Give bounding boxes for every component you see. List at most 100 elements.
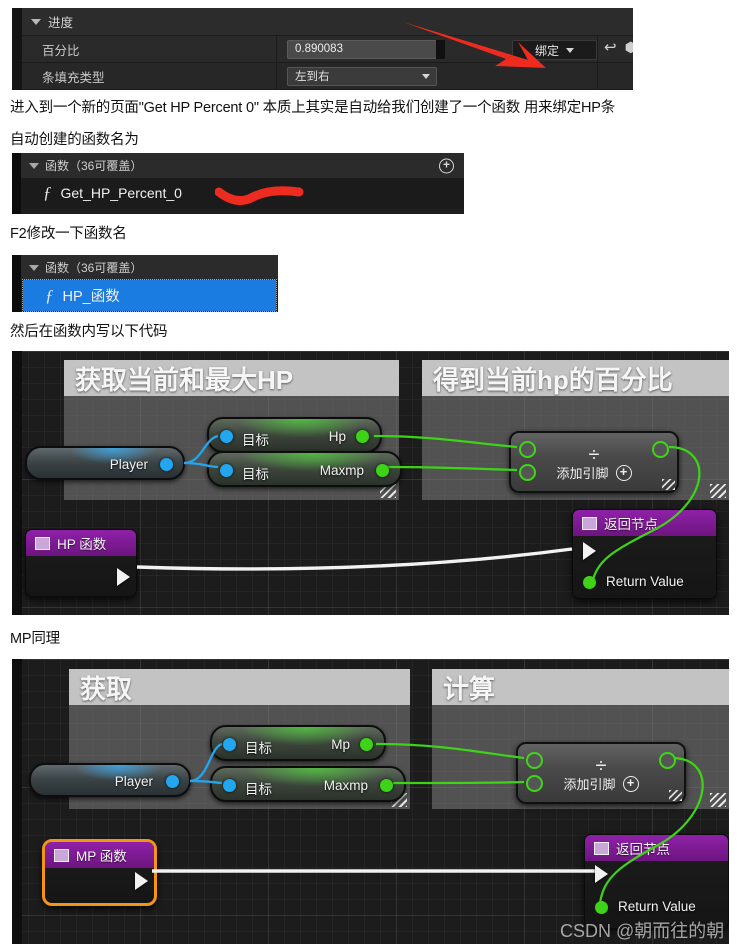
player-output-pin[interactable] (166, 775, 179, 788)
chevron-down-icon (31, 18, 41, 25)
entry-exec-output-pin[interactable] (117, 568, 130, 586)
divide-input-a-pin[interactable] (526, 752, 543, 769)
plus-circle-icon[interactable]: + (622, 775, 639, 792)
return-node-mp-title: 返回节点 (616, 842, 670, 857)
return-exec-input-pin[interactable] (595, 865, 608, 883)
divide-node[interactable]: ÷ 添加引脚 + (516, 742, 686, 804)
note-line-2: 自动创建的函数名为 (10, 132, 139, 148)
get-hp-node[interactable]: 目标 Hp (207, 417, 382, 453)
entry-exec-output-pin[interactable] (135, 872, 148, 890)
get-mp-output-pin[interactable] (360, 738, 373, 751)
function-panel-renamed: 函数（36可覆盖） ƒ HP_函数 (12, 255, 278, 312)
player-variable-node[interactable]: Player (29, 763, 191, 797)
note-line-4: 然后在函数内写以下代码 (10, 324, 168, 340)
blueprint-graph-hp[interactable]: 获取当前和最大HP 得到当前hp的百分比 Player 目标 Hp 目标 Max… (12, 351, 729, 615)
blueprint-graph-mp[interactable]: 获取 计算 Player 目标 Mp 目标 Maxmp ÷ 添加引脚 + MP … (12, 659, 729, 944)
return-value-label: Return Value (618, 899, 696, 914)
player-variable-node[interactable]: Player (25, 446, 185, 480)
plus-circle-icon[interactable]: + (615, 464, 632, 481)
return-value-label: Return Value (606, 574, 684, 589)
bind-diamond-icon[interactable]: ⬢ (625, 39, 633, 56)
graph-left-rail (12, 659, 22, 944)
function-panel-header[interactable]: 函数（36可覆盖） (21, 255, 278, 280)
function-entry-node-hp[interactable]: HP 函数 (25, 529, 137, 597)
note-line-1: 进入到一个新的页面"Get HP Percent 0" 本质上其实是自动给我们创… (10, 100, 616, 116)
details-panel-left-rail (12, 8, 22, 90)
get-mp-target-pin[interactable] (223, 738, 236, 751)
function-list-item-get-hp-percent[interactable]: ƒ Get_HP_Percent_0 (21, 178, 464, 208)
bind-button[interactable]: 绑定 (512, 40, 597, 60)
get-maxmp-output-label: Maxmp (319, 463, 364, 478)
csdn-watermark: CSDN @朝而往的朝 (560, 921, 725, 941)
get-mp-output-label: Mp (331, 737, 350, 752)
get-hp-output-label: Hp (328, 429, 346, 444)
function-list-item-hp-function[interactable]: ƒ HP_函数 (22, 279, 277, 312)
get-hp-target-label: 目标 (242, 433, 269, 448)
return-exec-input-pin[interactable] (583, 542, 596, 560)
player-node-label: Player (109, 457, 148, 472)
get-mp-node[interactable]: 目标 Mp (210, 725, 386, 761)
divide-input-b-pin[interactable] (526, 775, 543, 792)
function-entry-node-mp[interactable]: MP 函数 (42, 839, 157, 906)
resize-handle-icon[interactable] (710, 484, 726, 498)
bind-button-label: 绑定 (534, 43, 559, 58)
fill-type-select[interactable]: 左到右 (287, 66, 437, 86)
details-row-tools: ↩ ⬢ (604, 38, 633, 57)
details-category-progress[interactable]: 进度 (22, 8, 633, 36)
get-maxmp-target-pin[interactable] (220, 464, 233, 477)
get-hp-target-pin[interactable] (220, 430, 233, 443)
function-f-icon: ƒ (43, 183, 52, 202)
return-node-hp[interactable]: 返回节点 Return Value (572, 509, 717, 599)
details-panel: 进度 百分比 0.890083 条填充类型 左到右 绑定 ↩ ⬢ (12, 8, 633, 90)
comment-box-hp-percent-title: 得到当前hp的百分比 (422, 360, 729, 396)
get-maxmp-output-pin[interactable] (376, 464, 389, 477)
resize-handle-icon[interactable] (669, 790, 682, 801)
chevron-down-icon (29, 264, 39, 271)
plus-circle-icon[interactable]: + (439, 158, 454, 173)
return-value-pin[interactable] (583, 576, 596, 589)
details-category-label: 进度 (48, 16, 74, 30)
note-line-3: F2修改一下函数名 (10, 226, 127, 242)
function-panel-header-label: 函数（36可覆盖） (45, 261, 143, 275)
get-maxmp-node[interactable]: 目标 Maxmp (210, 766, 406, 802)
divide-output-pin[interactable] (652, 441, 669, 458)
chevron-down-icon (422, 73, 430, 79)
note-line-5: MP同理 (10, 631, 60, 647)
return-value-pin[interactable] (595, 901, 608, 914)
node-square-icon (582, 516, 597, 530)
node-square-icon (35, 536, 50, 550)
chevron-down-icon (29, 162, 39, 169)
node-square-icon (54, 848, 69, 862)
function-panel-header-label: 函数（36可覆盖） (45, 159, 143, 173)
get-maxmp-target-label: 目标 (245, 782, 272, 797)
function-list-item-label: Get_HP_Percent_0 (60, 185, 182, 201)
function-entry-node-mp-header: MP 函数 (45, 842, 154, 868)
get-maxmp-output-pin[interactable] (380, 779, 393, 792)
get-hp-output-pin[interactable] (356, 430, 369, 443)
function-f-icon: ƒ (45, 285, 54, 305)
function-entry-node-mp-title: MP 函数 (76, 849, 127, 864)
fill-type-value: 左到右 (295, 71, 330, 83)
details-row-percent-label: 百分比 (22, 36, 277, 62)
divide-node[interactable]: ÷ 添加引脚 + (509, 431, 679, 493)
player-output-pin[interactable] (160, 458, 173, 471)
resize-handle-icon[interactable] (710, 793, 726, 807)
get-maxmp-node[interactable]: 目标 Maxmp (207, 451, 402, 487)
resize-handle-icon[interactable] (662, 479, 675, 490)
divide-input-b-pin[interactable] (519, 464, 536, 481)
player-node-label: Player (114, 774, 153, 789)
return-node-hp-header: 返回节点 (573, 510, 716, 536)
get-maxmp-target-pin[interactable] (223, 779, 236, 792)
details-row-fill-type-label: 条填充类型 (22, 63, 277, 89)
function-panel-header[interactable]: 函数（36可覆盖） + (21, 153, 464, 178)
node-square-icon (594, 841, 609, 855)
undo-arrow-icon[interactable]: ↩ (604, 38, 617, 56)
get-maxmp-output-label: Maxmp (323, 778, 368, 793)
divide-add-pin-label: 添加引脚 (556, 466, 609, 481)
percent-input[interactable]: 0.890083 (287, 39, 445, 59)
return-node-mp[interactable]: 返回节点 Return Value (584, 834, 729, 929)
divide-output-pin[interactable] (659, 752, 676, 769)
function-panel-auto-created: 函数（36可覆盖） + ƒ Get_HP_Percent_0 (12, 153, 464, 214)
divide-input-a-pin[interactable] (519, 441, 536, 458)
return-node-mp-header: 返回节点 (585, 835, 728, 861)
